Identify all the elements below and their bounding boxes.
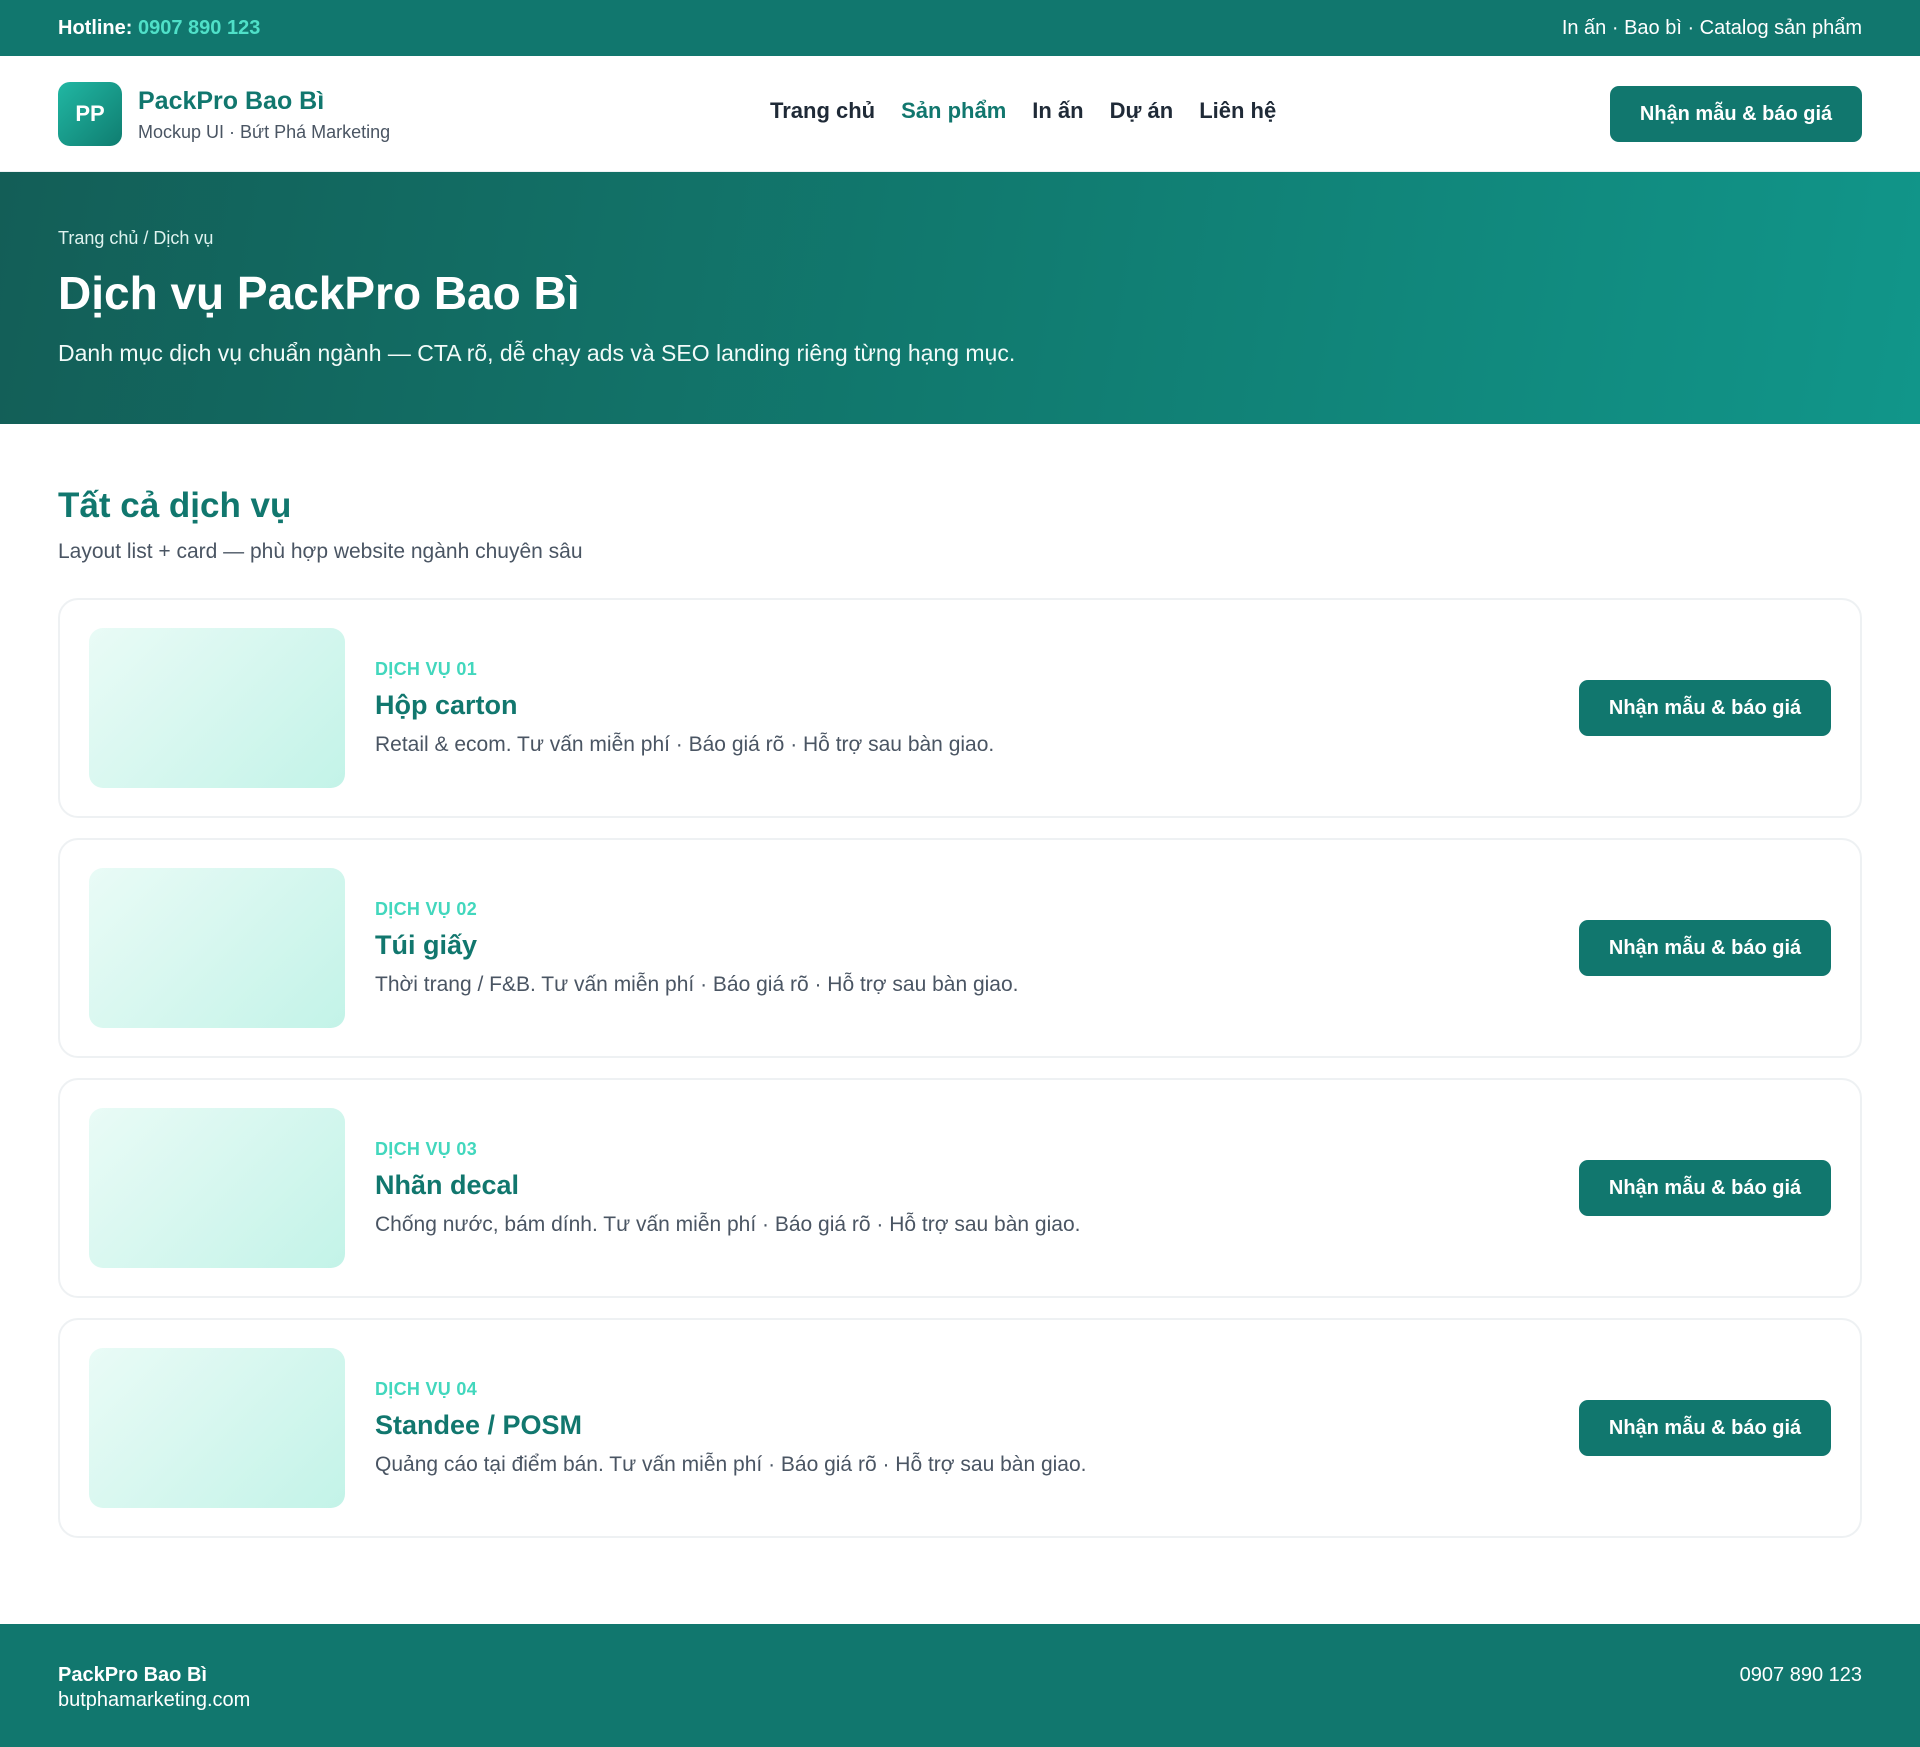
service-title[interactable]: Túi giấy [375,930,1019,961]
hotline: Hotline: 0907 890 123 [58,17,260,40]
service-kicker: DỊCH VỤ 04 [375,1379,478,1399]
service-thumbnail [89,868,345,1028]
section-title: Tất cả dịch vụ [58,486,292,525]
service-cta-button[interactable]: Nhận mẫu & báo giá [1579,1400,1831,1456]
service-text: Retail & ecom. Tư vấn miễn phí · Báo giá… [375,733,995,756]
hotline-label: Hotline: [58,16,133,39]
service-kicker: DỊCH VỤ 01 [375,659,478,679]
service-body: DỊCH VỤ 04 Standee / POSM Quảng cáo tại … [375,1379,1087,1477]
hero-subtitle: Danh mục dịch vụ chuẩn ngành — CTA rõ, d… [58,339,1016,366]
nav-contact[interactable]: Liên hệ [1199,98,1276,124]
site-footer: PackPro Bao Bì butphamarketing.com 0907 … [0,1624,1920,1747]
service-title[interactable]: Standee / POSM [375,1410,1087,1441]
service-cta-button[interactable]: Nhận mẫu & báo giá [1579,680,1831,736]
nav-projects[interactable]: Dự án [1110,98,1174,124]
service-body: DỊCH VỤ 01 Hộp carton Retail & ecom. Tư … [375,659,994,757]
site-header: PP PackPro Bao Bì Mockup UI · Bứt Phá Ma… [0,56,1920,172]
main-nav: Trang chủ Sản phẩm In ấn Dự án Liên hệ [770,98,1276,124]
section-desc: Layout list + card — phù hợp website ngà… [58,540,583,563]
service-card: DỊCH VỤ 02 Túi giấy Thời trang / F&B. Tư… [58,838,1862,1058]
logo: PP [58,82,122,146]
service-thumbnail [89,1108,345,1268]
nav-home[interactable]: Trang chủ [770,98,875,124]
service-kicker: DỊCH VỤ 02 [375,899,478,919]
service-cta-button[interactable]: Nhận mẫu & báo giá [1579,1160,1831,1216]
service-thumbnail [89,1348,345,1508]
topbar-links[interactable]: In ấn · Bao bì · Catalog sản phẩm [1562,17,1862,40]
nav-products[interactable]: Sản phẩm [901,98,1006,124]
service-title[interactable]: Nhãn decal [375,1170,1080,1201]
hero-banner: Trang chủ / Dịch vụ Dịch vụ PackPro Bao … [0,172,1920,424]
brand-text: PackPro Bao Bì Mockup UI · Bứt Phá Marke… [138,85,390,143]
service-list: DỊCH VỤ 01 Hộp carton Retail & ecom. Tư … [58,598,1862,1538]
service-text: Chống nước, bám dính. Tư vấn miễn phí · … [375,1213,1081,1236]
service-card: DỊCH VỤ 04 Standee / POSM Quảng cáo tại … [58,1318,1862,1538]
footer-phone-link[interactable]: 0907 890 123 [1740,1664,1862,1712]
header-cta-button[interactable]: Nhận mẫu & báo giá [1610,86,1862,142]
services-section: Tất cả dịch vụ Layout list + card — phù … [0,424,1920,1538]
footer-name: PackPro Bao Bì [58,1664,207,1686]
service-thumbnail [89,628,345,788]
nav-printing[interactable]: In ấn [1032,98,1083,124]
service-cta-button[interactable]: Nhận mẫu & báo giá [1579,920,1831,976]
service-title[interactable]: Hộp carton [375,690,994,721]
hotline-number-link[interactable]: 0907 890 123 [138,17,260,39]
brand[interactable]: PP PackPro Bao Bì Mockup UI · Bứt Phá Ma… [58,82,390,146]
breadcrumb[interactable]: Trang chủ / Dịch vụ [58,228,1862,249]
brand-tagline: Mockup UI · Bứt Phá Marketing [138,121,391,142]
service-body: DỊCH VỤ 02 Túi giấy Thời trang / F&B. Tư… [375,899,1019,997]
service-body: DỊCH VỤ 03 Nhãn decal Chống nước, bám dí… [375,1139,1080,1237]
service-card: DỊCH VỤ 03 Nhãn decal Chống nước, bám dí… [58,1078,1862,1298]
page-title: Dịch vụ PackPro Bao Bì [58,267,580,319]
service-text: Quảng cáo tại điểm bán. Tư vấn miễn phí … [375,1453,1087,1476]
top-bar: Hotline: 0907 890 123 In ấn · Bao bì · C… [0,0,1920,56]
service-card: DỊCH VỤ 01 Hộp carton Retail & ecom. Tư … [58,598,1862,818]
footer-site-link[interactable]: butphamarketing.com [58,1689,250,1712]
service-text: Thời trang / F&B. Tư vấn miễn phí · Báo … [375,973,1019,996]
brand-name: PackPro Bao Bì [138,87,325,116]
service-kicker: DỊCH VỤ 03 [375,1139,478,1159]
footer-brand: PackPro Bao Bì butphamarketing.com [58,1664,250,1712]
